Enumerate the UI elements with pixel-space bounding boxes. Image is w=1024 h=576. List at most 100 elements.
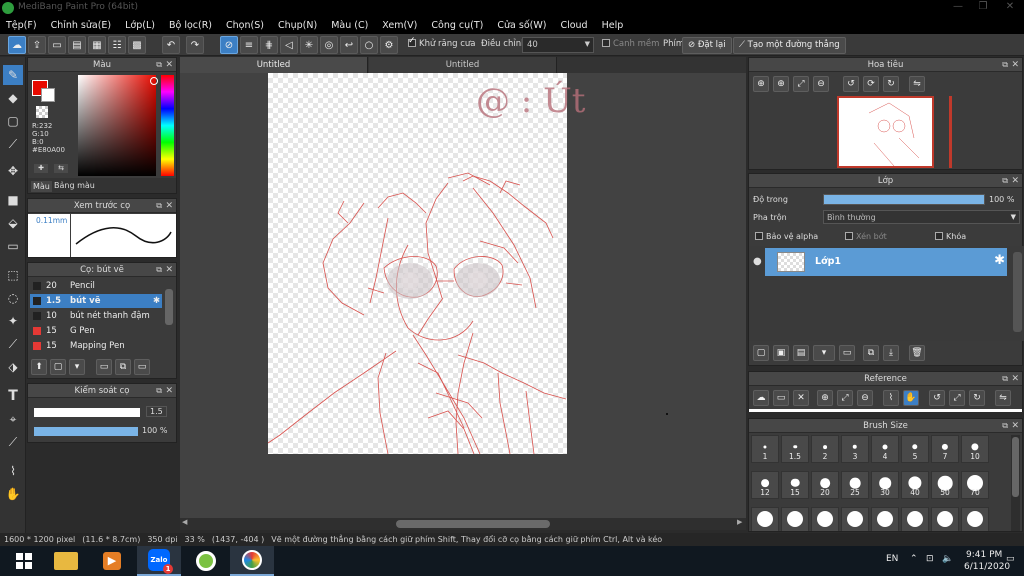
brush-size-option[interactable]: 70: [961, 471, 989, 499]
zoom-in-icon[interactable]: ⊕: [773, 76, 789, 92]
hand-icon[interactable]: ✋: [903, 390, 919, 406]
windows-start-icon[interactable]: [2, 546, 46, 576]
redo-icon[interactable]: ↷: [186, 36, 204, 54]
snap-toggle[interactable]: Canh mềm: [602, 39, 659, 49]
brush-size-option[interactable]: 4: [871, 435, 899, 463]
shape-tool-icon[interactable]: ▢: [3, 111, 23, 131]
fit-icon[interactable]: ⤢: [837, 390, 853, 406]
clock-time[interactable]: 9:41 PM: [966, 550, 1002, 560]
float-icon[interactable]: ⧉: [156, 58, 162, 72]
grid-icon[interactable]: ▩: [128, 36, 146, 54]
cross-snap-icon[interactable]: ⋕: [260, 36, 278, 54]
float-icon[interactable]: ⧉: [1002, 372, 1008, 386]
brush-size-option[interactable]: 15: [781, 471, 809, 499]
lock-checkbox[interactable]: [935, 232, 943, 240]
fill-rect-tool-icon[interactable]: ■: [3, 190, 23, 210]
flip-icon[interactable]: ⇋: [995, 390, 1011, 406]
hand-tool-icon[interactable]: ✋: [3, 484, 23, 504]
menu-snap[interactable]: Chụp(N): [278, 20, 317, 31]
brush-size-option[interactable]: 25: [841, 471, 869, 499]
undo-icon[interactable]: ↶: [162, 36, 180, 54]
transparent-swatch[interactable]: [36, 106, 48, 118]
protect-alpha-toggle[interactable]: Bảo vệ alpha: [755, 232, 818, 241]
close-icon[interactable]: ✕: [1011, 372, 1019, 386]
zoom-out-icon[interactable]: ⊖: [857, 390, 873, 406]
hue-slider[interactable]: [161, 75, 174, 176]
media-player-icon[interactable]: ▶: [90, 546, 134, 576]
tab-untitled[interactable]: Untitled: [180, 57, 368, 73]
brush-item[interactable]: 15 G Pen: [30, 324, 162, 338]
gradient-tool-icon[interactable]: ▭: [3, 236, 23, 256]
operation-tool-icon[interactable]: ⌖: [3, 409, 23, 429]
close-icon[interactable]: ✕: [1011, 58, 1019, 72]
fit-icon[interactable]: ⤢: [793, 76, 809, 92]
select-eraser-tool-icon[interactable]: ⬗: [3, 357, 23, 377]
zoom-out-icon[interactable]: ⊖: [813, 76, 829, 92]
gear-icon[interactable]: ✱: [994, 253, 1005, 268]
brush-opacity-slider[interactable]: [34, 427, 138, 436]
straight-line-button[interactable]: ⟋ Tạo một đường thẳng: [733, 37, 846, 54]
menu-view[interactable]: Xem(V): [382, 20, 417, 31]
new-brush-icon[interactable]: ▢: [50, 359, 66, 375]
network-icon[interactable]: ⊡: [926, 554, 934, 564]
new-8bit-layer-icon[interactable]: ▤: [793, 345, 809, 361]
divide-tool-icon[interactable]: ⟋: [3, 432, 23, 452]
brush-size-option[interactable]: 10: [961, 435, 989, 463]
clipping-toggle[interactable]: Xén bớt: [845, 232, 887, 241]
share-icon[interactable]: ⇪: [28, 36, 46, 54]
move-tool-icon[interactable]: ✥: [3, 161, 23, 181]
saturation-value-picker[interactable]: [78, 75, 156, 176]
rotate-reset-icon[interactable]: ⟳: [863, 76, 879, 92]
close-icon[interactable]: ✕: [165, 58, 173, 72]
menu-cloud[interactable]: Cloud: [560, 20, 587, 31]
brush-size-option[interactable]: [931, 507, 959, 531]
delete-layer-icon[interactable]: 🗑: [909, 345, 925, 361]
close-icon[interactable]: ✕: [165, 263, 173, 277]
brush-size-option[interactable]: 40: [901, 471, 929, 499]
color-picker-cursor[interactable]: [150, 77, 158, 85]
snap-checkbox[interactable]: [602, 39, 610, 47]
minimize-icon[interactable]: —: [950, 1, 966, 15]
snap-settings-icon[interactable]: ⚙: [380, 36, 398, 54]
zoom-in-icon[interactable]: ⊕: [817, 390, 833, 406]
open-reference-icon[interactable]: ▭: [773, 390, 789, 406]
dot-tool-icon[interactable]: ⟋: [3, 134, 23, 154]
menu-tools[interactable]: Công cụ(T): [431, 20, 483, 31]
add-brush-icon[interactable]: ⬆: [31, 359, 47, 375]
menu-edit[interactable]: Chỉnh sửa(E): [51, 20, 112, 31]
brush-size-option[interactable]: [961, 507, 989, 531]
horizontal-scrollbar[interactable]: [180, 518, 746, 530]
float-icon[interactable]: ⧉: [156, 263, 162, 277]
upload-reference-icon[interactable]: ☁: [753, 390, 769, 406]
clock-date[interactable]: 6/11/2020: [964, 562, 1010, 572]
menu-file[interactable]: Tệp(F): [6, 20, 37, 31]
brush-size-option[interactable]: 12: [751, 471, 779, 499]
clipping-checkbox[interactable]: [845, 232, 853, 240]
brush-item[interactable]: 1.5 bút vẽ ✱: [30, 294, 162, 308]
visibility-icon[interactable]: ●: [753, 256, 762, 267]
scroll-left-icon[interactable]: ◀: [182, 518, 187, 526]
brush-size-option[interactable]: [841, 507, 869, 531]
brush-size-option[interactable]: [901, 507, 929, 531]
add-palette-button[interactable]: ✚: [34, 164, 48, 173]
tab-palette[interactable]: Bảng màu: [54, 181, 95, 190]
bucket-tool-icon[interactable]: ⬙: [3, 213, 23, 233]
merge-layer-icon[interactable]: ⤓: [883, 345, 899, 361]
select-rect-tool-icon[interactable]: ⬚: [3, 265, 23, 285]
delete-brush-icon[interactable]: ▭: [134, 359, 150, 375]
gear-icon[interactable]: ✱: [153, 294, 160, 308]
brush-size-option[interactable]: 5: [901, 435, 929, 463]
volume-icon[interactable]: 🔈: [942, 554, 953, 564]
brush-size-option[interactable]: 30: [871, 471, 899, 499]
navigator-preview[interactable]: [837, 96, 934, 168]
brush-size-option[interactable]: 1.5: [781, 435, 809, 463]
blend-mode-select[interactable]: Bình thường ▼: [823, 210, 1020, 224]
fit-window-icon[interactable]: ⤢: [949, 390, 965, 406]
brush-size-option[interactable]: 20: [811, 471, 839, 499]
eyedropper-tool-icon[interactable]: ⌇: [3, 461, 23, 481]
close-icon[interactable]: ✕: [1011, 174, 1019, 188]
protect-alpha-checkbox[interactable]: [755, 232, 763, 240]
layer-scrollbar[interactable]: [1013, 252, 1022, 332]
snap-off-icon[interactable]: ⊘: [220, 36, 238, 54]
eraser-tool-icon[interactable]: ◆: [3, 88, 23, 108]
